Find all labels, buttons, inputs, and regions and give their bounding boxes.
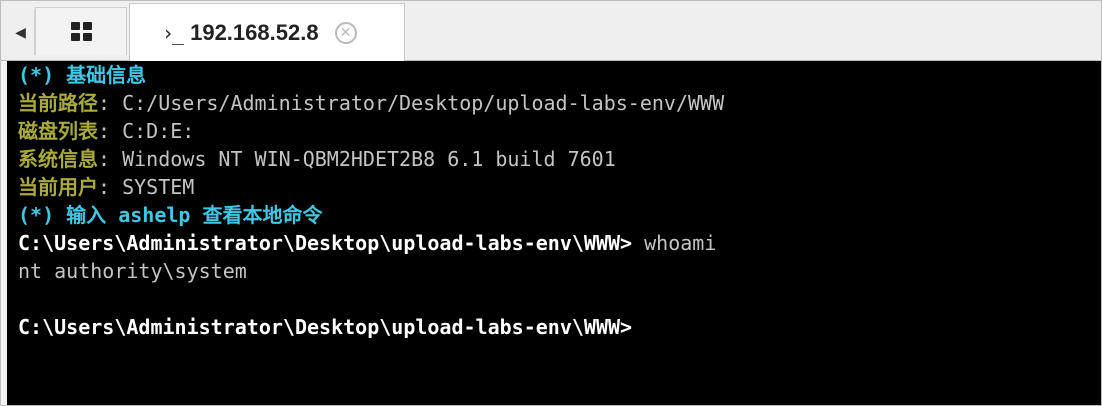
close-tab-icon[interactable]: ✕ <box>334 21 357 44</box>
terminal-line: C:\Users\Administrator\Desktop\upload-la… <box>18 229 1101 257</box>
grid-icon <box>70 22 92 41</box>
terminal-line: (*) 基础信息 <box>18 61 1101 89</box>
terminal-text: 磁盘列表 <box>18 119 98 143</box>
terminal-text: nt authority\system <box>18 259 247 283</box>
terminal-line: 系统信息: Windows NT WIN-QBM2HDET2B8 6.1 bui… <box>18 145 1101 173</box>
tab-title: 192.168.52.8 <box>190 19 319 45</box>
terminal-line: 磁盘列表: C:D:E: <box>18 117 1101 145</box>
terminal-text: 当前路径 <box>18 91 98 115</box>
terminal-line: 当前路径: C:/Users/Administrator/Desktop/upl… <box>18 89 1101 117</box>
terminal-text: (*) 输入 ashelp 查看本地命令 <box>18 203 323 227</box>
terminal-window: ◀ ›_ 192.168.52.8 ✕ (*) 基础信息 当前路径: C:/Use… <box>0 0 1102 406</box>
terminal-line: nt authority\system <box>18 257 1101 285</box>
tab-bar: ◀ ›_ 192.168.52.8 ✕ <box>1 1 1101 61</box>
terminal-text: 当前用户 <box>18 175 98 199</box>
terminal-text: (*) 基础信息 <box>18 63 147 87</box>
terminal-line: C:\Users\Administrator\Desktop\upload-la… <box>18 313 1101 341</box>
terminal-text: C:\Users\Administrator\Desktop\upload-la… <box>18 315 633 339</box>
tab-grid-view[interactable] <box>35 7 127 55</box>
terminal-text: : Windows NT WIN-QBM2HDET2B8 6.1 build 7… <box>98 147 616 171</box>
terminal-text: whoami <box>644 231 717 255</box>
terminal-prompt-icon: ›_ <box>162 20 184 45</box>
terminal-text: 系统信息 <box>18 147 98 171</box>
terminal-line: (*) 输入 ashelp 查看本地命令 <box>18 201 1101 229</box>
terminal-output[interactable]: (*) 基础信息 当前路径: C:/Users/Administrator/Des… <box>7 61 1101 405</box>
scroll-left-arrow-icon[interactable]: ◀ <box>7 9 35 55</box>
tab-terminal-session[interactable]: ›_ 192.168.52.8 ✕ <box>129 3 405 61</box>
terminal-line: 当前用户: SYSTEM <box>18 173 1101 201</box>
terminal-text: C:\Users\Administrator\Desktop\upload-la… <box>18 231 645 255</box>
terminal-text: : SYSTEM <box>98 175 195 199</box>
terminal-text: : C:D:E: <box>98 119 195 143</box>
terminal-text: : C:/Users/Administrator/Desktop/upload-… <box>98 91 725 115</box>
